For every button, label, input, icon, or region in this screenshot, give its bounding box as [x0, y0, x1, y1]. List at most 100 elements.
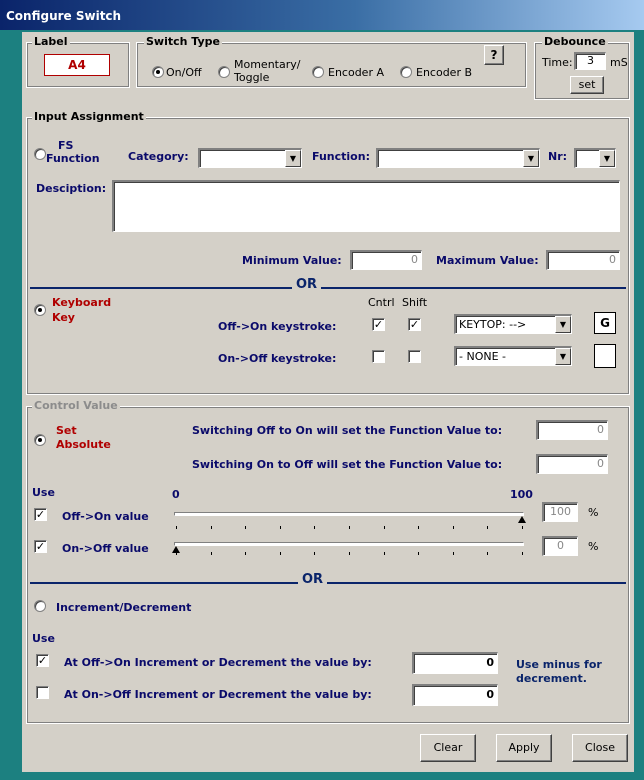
- radio-momentary-toggle[interactable]: [218, 66, 230, 78]
- radio-encoder-b-label: Encoder B: [416, 66, 473, 79]
- slider-tick: [280, 552, 281, 555]
- slider-tick: [453, 552, 454, 555]
- radio-on-off[interactable]: [152, 66, 164, 78]
- function-dropdown-icon[interactable]: ▼: [523, 150, 539, 167]
- off-on-shift-checkbox[interactable]: ✓: [408, 318, 421, 331]
- radio-encoder-b[interactable]: [400, 66, 412, 78]
- off-on-key-dropdown-icon[interactable]: ▼: [555, 316, 571, 333]
- off-on-value-label: Off->On value: [62, 510, 149, 523]
- nr-dropdown-icon[interactable]: ▼: [599, 150, 615, 167]
- debounce-value: 3: [587, 54, 594, 67]
- label-input[interactable]: A4: [44, 54, 110, 76]
- slider-tick: [314, 526, 315, 529]
- on-off-key-select[interactable]: - NONE - ▼: [454, 346, 572, 366]
- radio-on-off-label: On/Off: [166, 66, 202, 79]
- radio-set-absolute[interactable]: [34, 434, 46, 446]
- or-divider-2: [30, 582, 626, 584]
- on-off-char-input[interactable]: [594, 344, 616, 368]
- slider-tick: [418, 526, 419, 529]
- radio-toggle-label: Toggle: [234, 71, 270, 84]
- slider-tick: [522, 552, 523, 555]
- cntrl-label: Cntrl: [368, 296, 395, 309]
- shift-label: Shift: [402, 296, 428, 309]
- debounce-set-button[interactable]: set: [570, 76, 604, 94]
- scale-max-label: 100: [510, 488, 533, 501]
- off-on-slider[interactable]: [174, 512, 524, 516]
- off-on-value: 100: [550, 505, 571, 518]
- radio-increment-decrement[interactable]: [34, 600, 46, 612]
- on-off-key-dropdown-icon[interactable]: ▼: [555, 348, 571, 365]
- inc-off-on-value: 0: [486, 656, 494, 669]
- help-button[interactable]: ?: [484, 45, 504, 65]
- on-off-keystroke-label: On->Off keystroke:: [218, 352, 337, 365]
- max-value-input[interactable]: 0: [546, 250, 620, 270]
- category-label: Category:: [128, 150, 189, 163]
- inc-off-on-input[interactable]: 0: [412, 652, 498, 674]
- switch-type-group: [136, 42, 527, 88]
- keyboard-label-1: Keyboard: [52, 296, 112, 309]
- slider-tick: [487, 526, 488, 529]
- inc-on-off-checkbox[interactable]: [36, 686, 49, 699]
- debounce-set-label: set: [578, 78, 596, 91]
- nr-label: Nr:: [548, 150, 568, 163]
- off-to-on-value: 0: [597, 423, 604, 436]
- label-legend: Label: [32, 35, 70, 48]
- inc-on-off-input[interactable]: 0: [412, 684, 498, 706]
- radio-momentary-label: Momentary/: [234, 58, 301, 71]
- inc-off-on-checkbox[interactable]: ✓: [36, 654, 49, 667]
- clear-label: Clear: [433, 741, 463, 754]
- on-off-slider[interactable]: [174, 542, 524, 546]
- off-on-cntrl-checkbox[interactable]: ✓: [372, 318, 385, 331]
- switch-type-legend: Switch Type: [144, 35, 222, 48]
- or-label-2: OR: [298, 572, 328, 587]
- slider-tick: [211, 526, 212, 529]
- clear-button[interactable]: Clear: [420, 734, 476, 762]
- off-on-percent: %: [588, 506, 599, 519]
- on-off-value-checkbox[interactable]: ✓: [34, 540, 47, 553]
- fs-function-label-2: Function: [46, 152, 100, 165]
- slider-tick: [384, 552, 385, 555]
- on-to-off-value-input[interactable]: 0: [536, 454, 608, 474]
- on-off-key-value: - NONE -: [459, 350, 506, 363]
- on-off-value-input[interactable]: 0: [542, 536, 578, 556]
- or-divider-1: [30, 287, 626, 289]
- off-on-value-input[interactable]: 100: [542, 502, 578, 522]
- slider-tick: [245, 552, 246, 555]
- max-value: 0: [609, 253, 616, 266]
- nr-select[interactable]: ▼: [574, 148, 616, 168]
- min-value-input[interactable]: 0: [350, 250, 422, 270]
- apply-button[interactable]: Apply: [496, 734, 552, 762]
- function-label: Function:: [312, 150, 370, 163]
- scale-min-label: 0: [172, 488, 180, 501]
- slider-tick: [176, 552, 177, 555]
- off-on-key-select[interactable]: KEYTOP: --> ▼: [454, 314, 572, 334]
- slider-tick: [453, 526, 454, 529]
- off-on-slider-thumb[interactable]: [518, 516, 526, 523]
- close-button[interactable]: Close: [572, 734, 628, 762]
- slider-tick: [522, 526, 523, 529]
- off-to-on-value-input[interactable]: 0: [536, 420, 608, 440]
- radio-fs-function[interactable]: [34, 148, 46, 160]
- category-select[interactable]: ▼: [198, 148, 302, 168]
- category-dropdown-icon[interactable]: ▼: [285, 150, 301, 167]
- help-icon: ?: [490, 48, 498, 62]
- set-absolute-label-2: Absolute: [56, 438, 111, 451]
- slider-tick: [176, 526, 177, 529]
- set-absolute-label-1: Set: [56, 424, 77, 437]
- radio-encoder-a[interactable]: [312, 66, 324, 78]
- incdec-label: Increment/Decrement: [56, 601, 192, 614]
- debounce-time-input[interactable]: 3: [574, 52, 606, 70]
- apply-label: Apply: [508, 741, 540, 754]
- off-to-on-text: Switching Off to On will set the Functio…: [192, 424, 503, 437]
- off-on-value-checkbox[interactable]: ✓: [34, 508, 47, 521]
- on-off-shift-checkbox[interactable]: [408, 350, 421, 363]
- off-on-char-input[interactable]: G: [594, 312, 616, 334]
- decrement-hint: Use minus for decrement.: [516, 658, 602, 685]
- on-off-cntrl-checkbox[interactable]: [372, 350, 385, 363]
- radio-keyboard-key[interactable]: [34, 304, 46, 316]
- radio-encoder-a-label: Encoder A: [328, 66, 384, 79]
- slider-tick: [384, 526, 385, 529]
- description-field[interactable]: [112, 180, 620, 232]
- function-select[interactable]: ▼: [376, 148, 540, 168]
- on-off-value-label: On->Off value: [62, 542, 149, 555]
